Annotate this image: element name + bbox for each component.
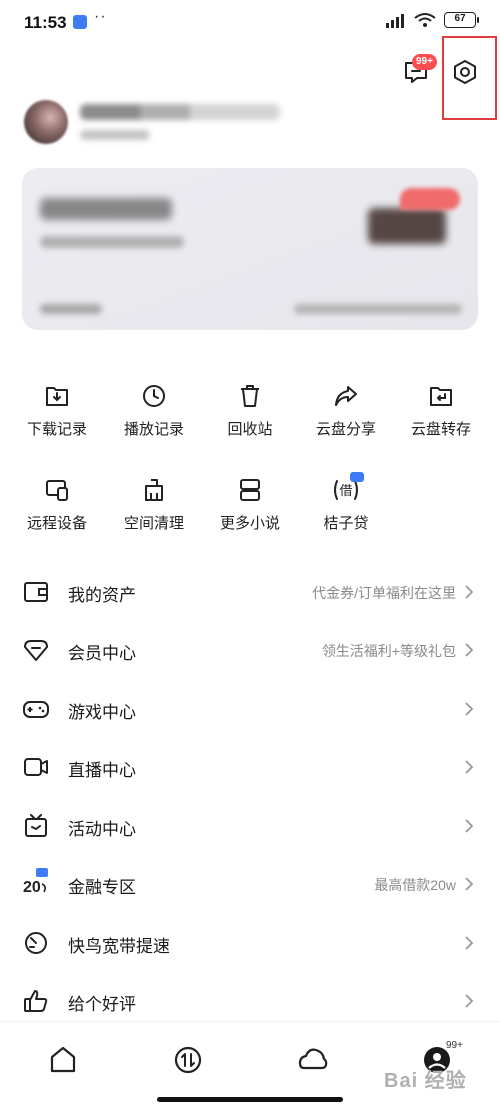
speedometer-icon [25, 932, 47, 954]
menu-item-label: 游戏中心 [68, 703, 136, 722]
menu-item-my-assets[interactable]: 我的资产 代金券/订单福利在这里 [0, 562, 500, 620]
menu-item-broadband-boost[interactable]: 快鸟宽带提速 [0, 913, 500, 971]
tv-icon [25, 814, 47, 837]
home-icon[interactable] [45, 1042, 81, 1078]
gamepad-icon [23, 701, 49, 718]
thumbs-up-icon [24, 990, 48, 1012]
transfer-icon[interactable] [170, 1042, 206, 1078]
clock-icon [143, 385, 165, 407]
status-bar: 11:53 ·· 67 [0, 0, 500, 48]
signal-icon [386, 14, 404, 28]
grid-item-more-novels[interactable]: 更多小说 [200, 472, 300, 552]
menu-item-activity-center[interactable]: 活动中心 [0, 796, 500, 854]
share-arrow-icon [335, 386, 357, 406]
menu-item-label: 我的资产 [68, 586, 136, 605]
vip-button-blurred[interactable] [368, 208, 446, 244]
vip-subtitle-blurred [40, 236, 184, 248]
battery-icon: 67 [444, 12, 479, 28]
app-notification-icon [73, 15, 87, 29]
chevron-right-icon [465, 994, 474, 1008]
trash-icon [241, 385, 259, 407]
grid-item-recycle-bin[interactable]: 回收站 [200, 378, 300, 458]
grid-item-label: 远程设备 [26, 515, 87, 532]
loan-icon-text: 借 [339, 484, 352, 499]
menu-item-game-center[interactable]: 游戏中心 [0, 679, 500, 737]
menu-item-hint: 最高借款20w [374, 877, 456, 893]
menu-item-live-center[interactable]: 直播中心 [0, 737, 500, 795]
grid-item-label: 更多小说 [219, 515, 280, 532]
vip-badge-blurred [400, 188, 460, 210]
grid-item-label: 云盘分享 [315, 421, 376, 438]
grid-item-space-cleanup[interactable]: 空间清理 [104, 472, 204, 552]
status-more-dots: ·· [94, 8, 107, 25]
remote-device-icon [46, 480, 68, 501]
menu-item-label: 给个好评 [68, 995, 136, 1014]
chevron-right-icon [465, 877, 474, 891]
diamond-icon [24, 640, 48, 661]
avatar[interactable] [24, 100, 68, 144]
chevron-right-icon [465, 702, 474, 716]
grid-item-cloud-save[interactable]: 云盘转存 [391, 378, 491, 458]
grid-item-label: 回收站 [227, 421, 273, 438]
message-badge: 99+ [412, 54, 437, 70]
username-blurred [80, 104, 280, 120]
grid-item-label: 播放记录 [123, 421, 184, 438]
vip-card[interactable] [22, 168, 478, 330]
wifi-icon [414, 13, 436, 27]
vip-footer-left-blurred [40, 304, 102, 314]
finance-icon-text: 20 [23, 879, 41, 896]
menu-item-label: 会员中心 [68, 644, 136, 663]
menu-item-member-center[interactable]: 会员中心 领生活福利+等级礼包 [0, 620, 500, 678]
new-badge [350, 472, 364, 482]
profile-header[interactable] [24, 100, 484, 148]
grid-item-label: 空间清理 [123, 515, 184, 532]
grid-item-play-history[interactable]: 播放记录 [104, 378, 204, 458]
user-subtitle-blurred [80, 130, 150, 140]
menu-item-label: 快鸟宽带提速 [68, 937, 170, 956]
grid-item-remote-device[interactable]: 远程设备 [7, 472, 107, 552]
status-right-group: 67 [384, 12, 479, 28]
book-icon [240, 479, 260, 501]
menu-item-label: 直播中心 [68, 761, 136, 780]
chevron-right-icon [465, 819, 474, 833]
grid-item-download-history[interactable]: 下载记录 [7, 378, 107, 458]
new-badge [36, 868, 48, 877]
home-indicator[interactable] [157, 1097, 343, 1102]
video-camera-icon [24, 758, 48, 776]
feature-grid-row: 下载记录 播放记录 回收站 云盘分享 云盘转存 [0, 378, 500, 458]
profile-tab-badge: 99+ [446, 1040, 463, 1051]
grid-item-label: 下载记录 [26, 421, 87, 438]
header-actions: 99+ [0, 36, 500, 120]
vip-footer-right-blurred [294, 304, 462, 314]
chevron-right-icon [465, 936, 474, 950]
grid-item-cloud-share[interactable]: 云盘分享 [296, 378, 396, 458]
folder-return-icon [430, 387, 452, 406]
vip-title-blurred [40, 198, 172, 220]
menu-item-label: 活动中心 [68, 820, 136, 839]
status-time: 11:53 [24, 13, 67, 32]
menu-item-hint: 代金券/订单福利在这里 [312, 585, 456, 601]
broom-icon [145, 479, 163, 501]
grid-item-label: 云盘转存 [410, 421, 471, 438]
chevron-right-icon [465, 760, 474, 774]
menu-item-label: 金融专区 [68, 878, 136, 897]
feature-grid-row: 远程设备 空间清理 更多小说 借 桔子贷 [0, 472, 500, 552]
cloud-icon[interactable] [295, 1042, 331, 1078]
chevron-right-icon [465, 643, 474, 657]
grid-item-label: 桔子贷 [323, 515, 369, 532]
menu-item-finance-zone[interactable]: 20 金融专区 最高借款20w [0, 854, 500, 912]
settings-icon[interactable] [451, 58, 479, 86]
chevron-right-icon [465, 585, 474, 599]
wallet-icon [24, 582, 48, 602]
download-folder-icon [46, 387, 68, 406]
grid-item-orange-loan[interactable]: 借 桔子贷 [296, 472, 396, 552]
menu-item-hint: 领生活福利+等级礼包 [321, 643, 456, 659]
watermark: Bai 经验 [384, 1070, 467, 1092]
